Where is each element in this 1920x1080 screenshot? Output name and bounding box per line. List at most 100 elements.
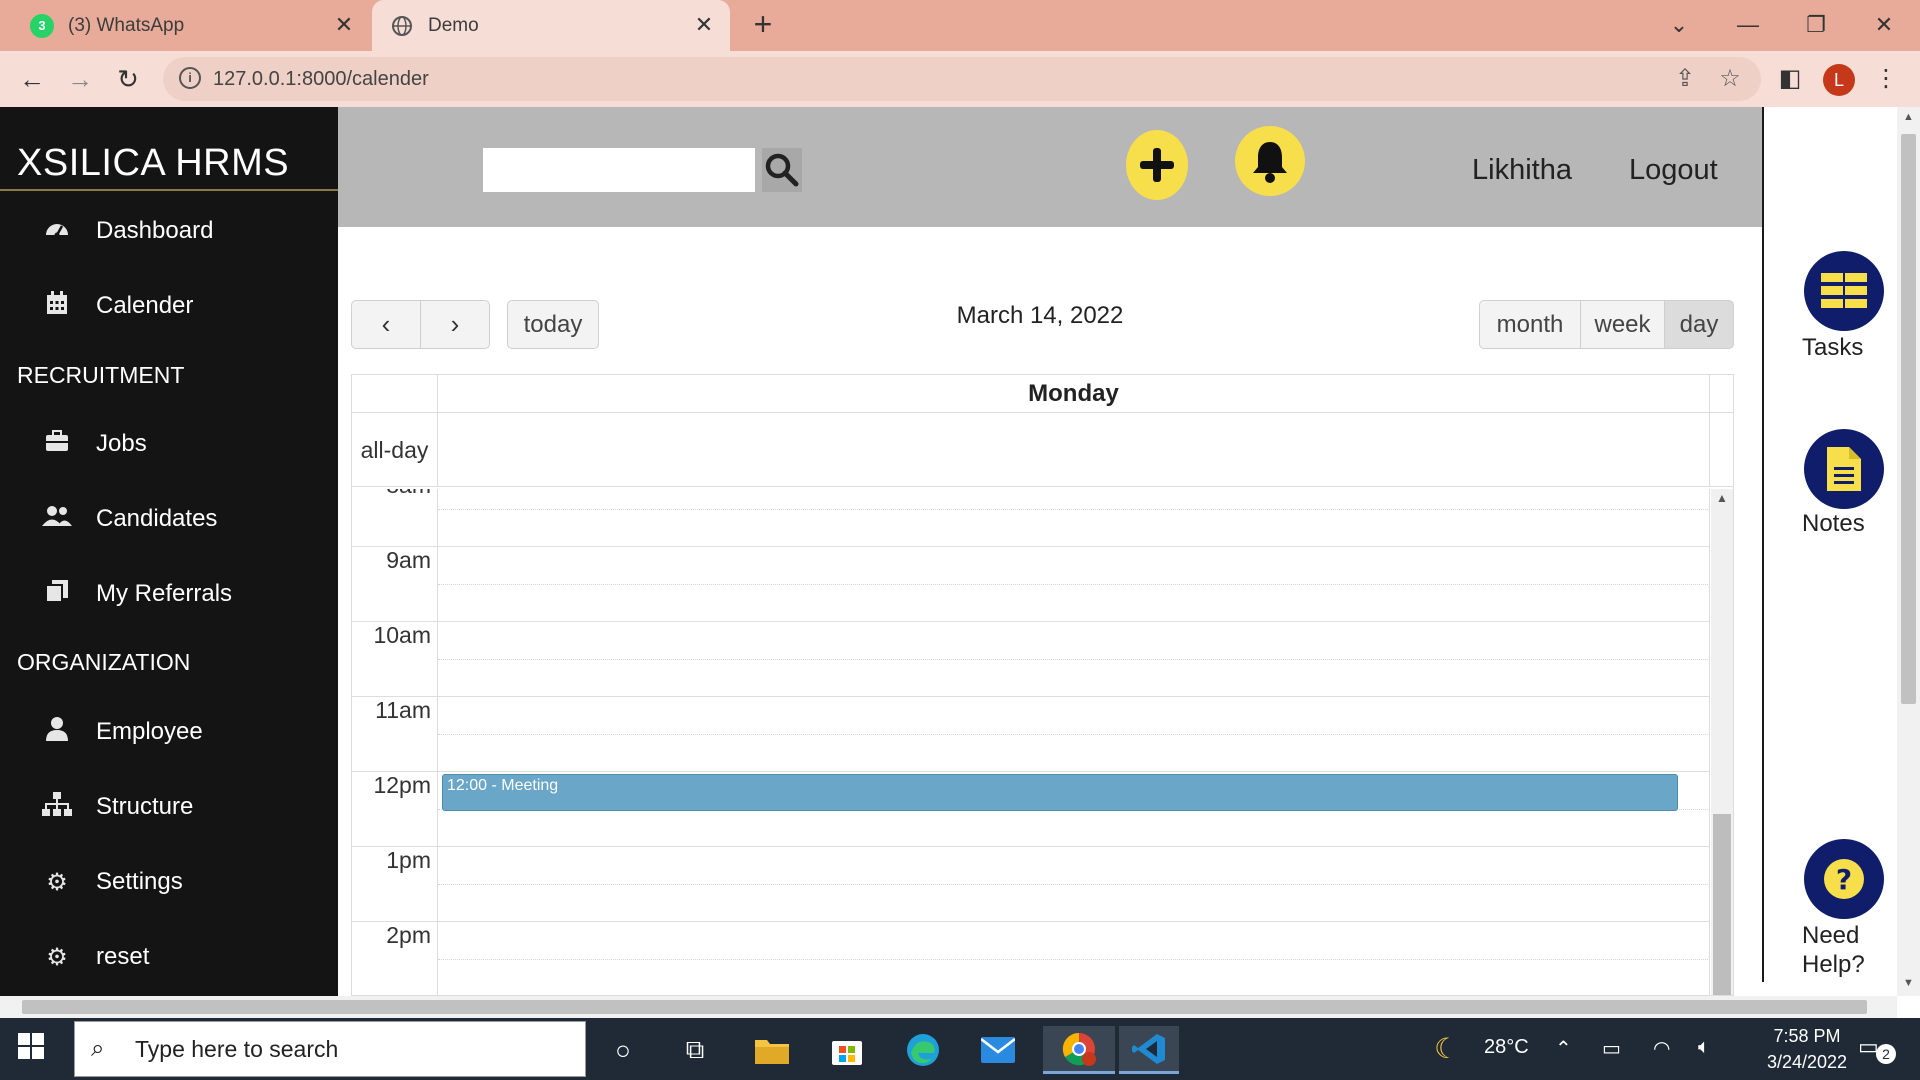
reload-icon[interactable]: ↻ [110,61,146,97]
close-icon[interactable]: ✕ [332,13,356,37]
add-button[interactable] [1126,130,1188,200]
help-button[interactable]: ? [1804,839,1884,919]
time-slot-lane[interactable] [438,489,1710,509]
view-day-button[interactable]: day [1664,300,1734,349]
time-slot-row[interactable] [352,808,1710,846]
share-icon[interactable]: ⇪ [1671,65,1699,93]
time-slot-lane[interactable] [438,621,1710,659]
sidebar-item-structure[interactable]: Structure [0,782,338,832]
wifi-icon[interactable]: ◠ [1653,1036,1670,1061]
prev-button[interactable]: ‹ [351,300,421,349]
time-slot-lane[interactable] [438,846,1710,884]
microsoft-store-icon[interactable] [817,1026,877,1074]
time-slot-row[interactable]: 10am [352,621,1710,659]
sidebar-item-reset[interactable]: ⚙ reset [0,932,338,982]
window-close-icon[interactable]: ✕ [1864,8,1904,42]
horizontal-scrollbar[interactable] [0,996,1897,1018]
cortana-icon[interactable]: ○ [593,1026,653,1074]
tasks-button[interactable] [1804,251,1884,331]
start-button[interactable] [18,1033,50,1065]
weather-temperature[interactable]: 28°C [1484,1036,1529,1059]
time-slot-lane[interactable] [438,508,1710,546]
vscode-icon[interactable] [1119,1026,1179,1074]
tab-search-icon[interactable]: ⌄ [1659,8,1699,42]
time-slot-row[interactable] [352,508,1710,546]
sidebar-item-dashboard[interactable]: Dashboard [0,206,338,256]
time-slot-lane[interactable] [438,658,1710,696]
time-slot-row[interactable] [352,658,1710,696]
time-slot-lane[interactable] [438,733,1710,771]
time-slot-lane[interactable] [438,883,1710,921]
sidebar-item-candidates[interactable]: Candidates [0,494,338,544]
next-button[interactable]: › [420,300,490,349]
chrome-icon[interactable] [1043,1026,1115,1074]
scrollbar-thumb[interactable] [1901,134,1916,704]
file-explorer-icon[interactable] [742,1026,802,1074]
side-panel-icon[interactable]: ◧ [1774,63,1806,95]
battery-icon[interactable]: ▭ [1602,1036,1621,1061]
sidebar-item-employee[interactable]: Employee [0,707,338,757]
time-slot-lane[interactable] [438,546,1710,584]
weather-moon-icon[interactable]: ☾ [1434,1032,1459,1065]
notifications-icon[interactable]: ▭ 2 [1858,1034,1896,1064]
time-slot-lane[interactable] [438,921,1710,959]
scroll-up-icon[interactable]: ▲ [1897,111,1920,123]
task-view-icon[interactable]: ⧉ [665,1026,725,1074]
minimize-icon[interactable]: — [1728,8,1768,42]
new-tab-button[interactable]: + [748,8,778,40]
calendar-scrollbar[interactable]: ▲ [1711,489,1733,995]
time-slot-row[interactable]: 11am [352,696,1710,734]
scrollbar-thumb[interactable] [1713,814,1731,995]
edge-icon[interactable] [893,1026,953,1074]
scroll-up-icon[interactable]: ▲ [1711,491,1733,505]
address-bar[interactable]: i 127.0.0.1:8000/calender ⇪ ☆ [163,57,1761,101]
view-month-button[interactable]: month [1479,300,1581,349]
taskbar-search-box[interactable]: ⌕ Type here to search [74,1021,586,1077]
clock-time[interactable]: 7:58 PM [1752,1026,1862,1047]
time-slot-row[interactable] [352,583,1710,621]
time-slot-lane[interactable] [438,696,1710,734]
scroll-down-icon[interactable]: ▼ [1897,977,1920,989]
clock-date[interactable]: 3/24/2022 [1752,1052,1862,1073]
close-icon[interactable]: ✕ [692,13,716,37]
forward-icon[interactable]: → [62,61,98,97]
bookmark-star-icon[interactable]: ☆ [1716,65,1744,93]
page-scrollbar[interactable]: ▲ ▼ [1897,107,1920,996]
profile-avatar[interactable]: L [1823,64,1855,96]
sidebar-item-calender[interactable]: Calender [0,281,338,331]
sidebar-item-my-referrals[interactable]: My Referrals [0,569,338,619]
tab-whatsapp[interactable]: 3 (3) WhatsApp ✕ [14,0,370,51]
view-week-button[interactable]: week [1580,300,1665,349]
notifications-button[interactable] [1235,126,1305,196]
time-slot-row[interactable] [352,883,1710,921]
volume-icon[interactable]: 🔈︎ [1698,1036,1710,1059]
mail-icon[interactable] [968,1026,1028,1074]
time-slot-lane[interactable] [438,958,1710,995]
time-slot-row[interactable] [352,733,1710,771]
chevron-up-icon[interactable]: ⌃ [1555,1036,1572,1061]
back-icon[interactable]: ← [14,61,50,97]
restore-icon[interactable]: ❐ [1796,8,1836,42]
time-slot-lane[interactable] [438,583,1710,621]
sidebar-item-jobs[interactable]: Jobs [0,419,338,469]
time-label: 10am [352,621,438,659]
calendar-event[interactable]: 12:00 - Meeting [442,774,1678,811]
sidebar-item-settings[interactable]: ⚙ Settings [0,857,338,907]
info-icon[interactable]: i [179,67,201,89]
notes-button[interactable] [1804,429,1884,509]
all-day-slot[interactable] [438,413,1710,487]
time-slot-row[interactable]: 1pm [352,846,1710,884]
time-slot-row[interactable]: 9am [352,546,1710,584]
time-slot-row[interactable]: 8am [352,489,1710,509]
search-button[interactable] [762,148,802,192]
user-name[interactable]: Likhitha [1472,154,1572,187]
search-input[interactable] [483,148,755,192]
time-slot-row[interactable] [352,958,1710,995]
time-slot-row[interactable]: 2pm [352,921,1710,959]
logout-link[interactable]: Logout [1629,154,1718,187]
today-button[interactable]: today [507,300,599,349]
tab-demo[interactable]: Demo ✕ [372,0,730,51]
time-slot-lane[interactable] [438,808,1710,846]
scrollbar-thumb[interactable] [22,1000,1867,1014]
menu-kebab-icon[interactable]: ⋮ [1870,63,1902,95]
